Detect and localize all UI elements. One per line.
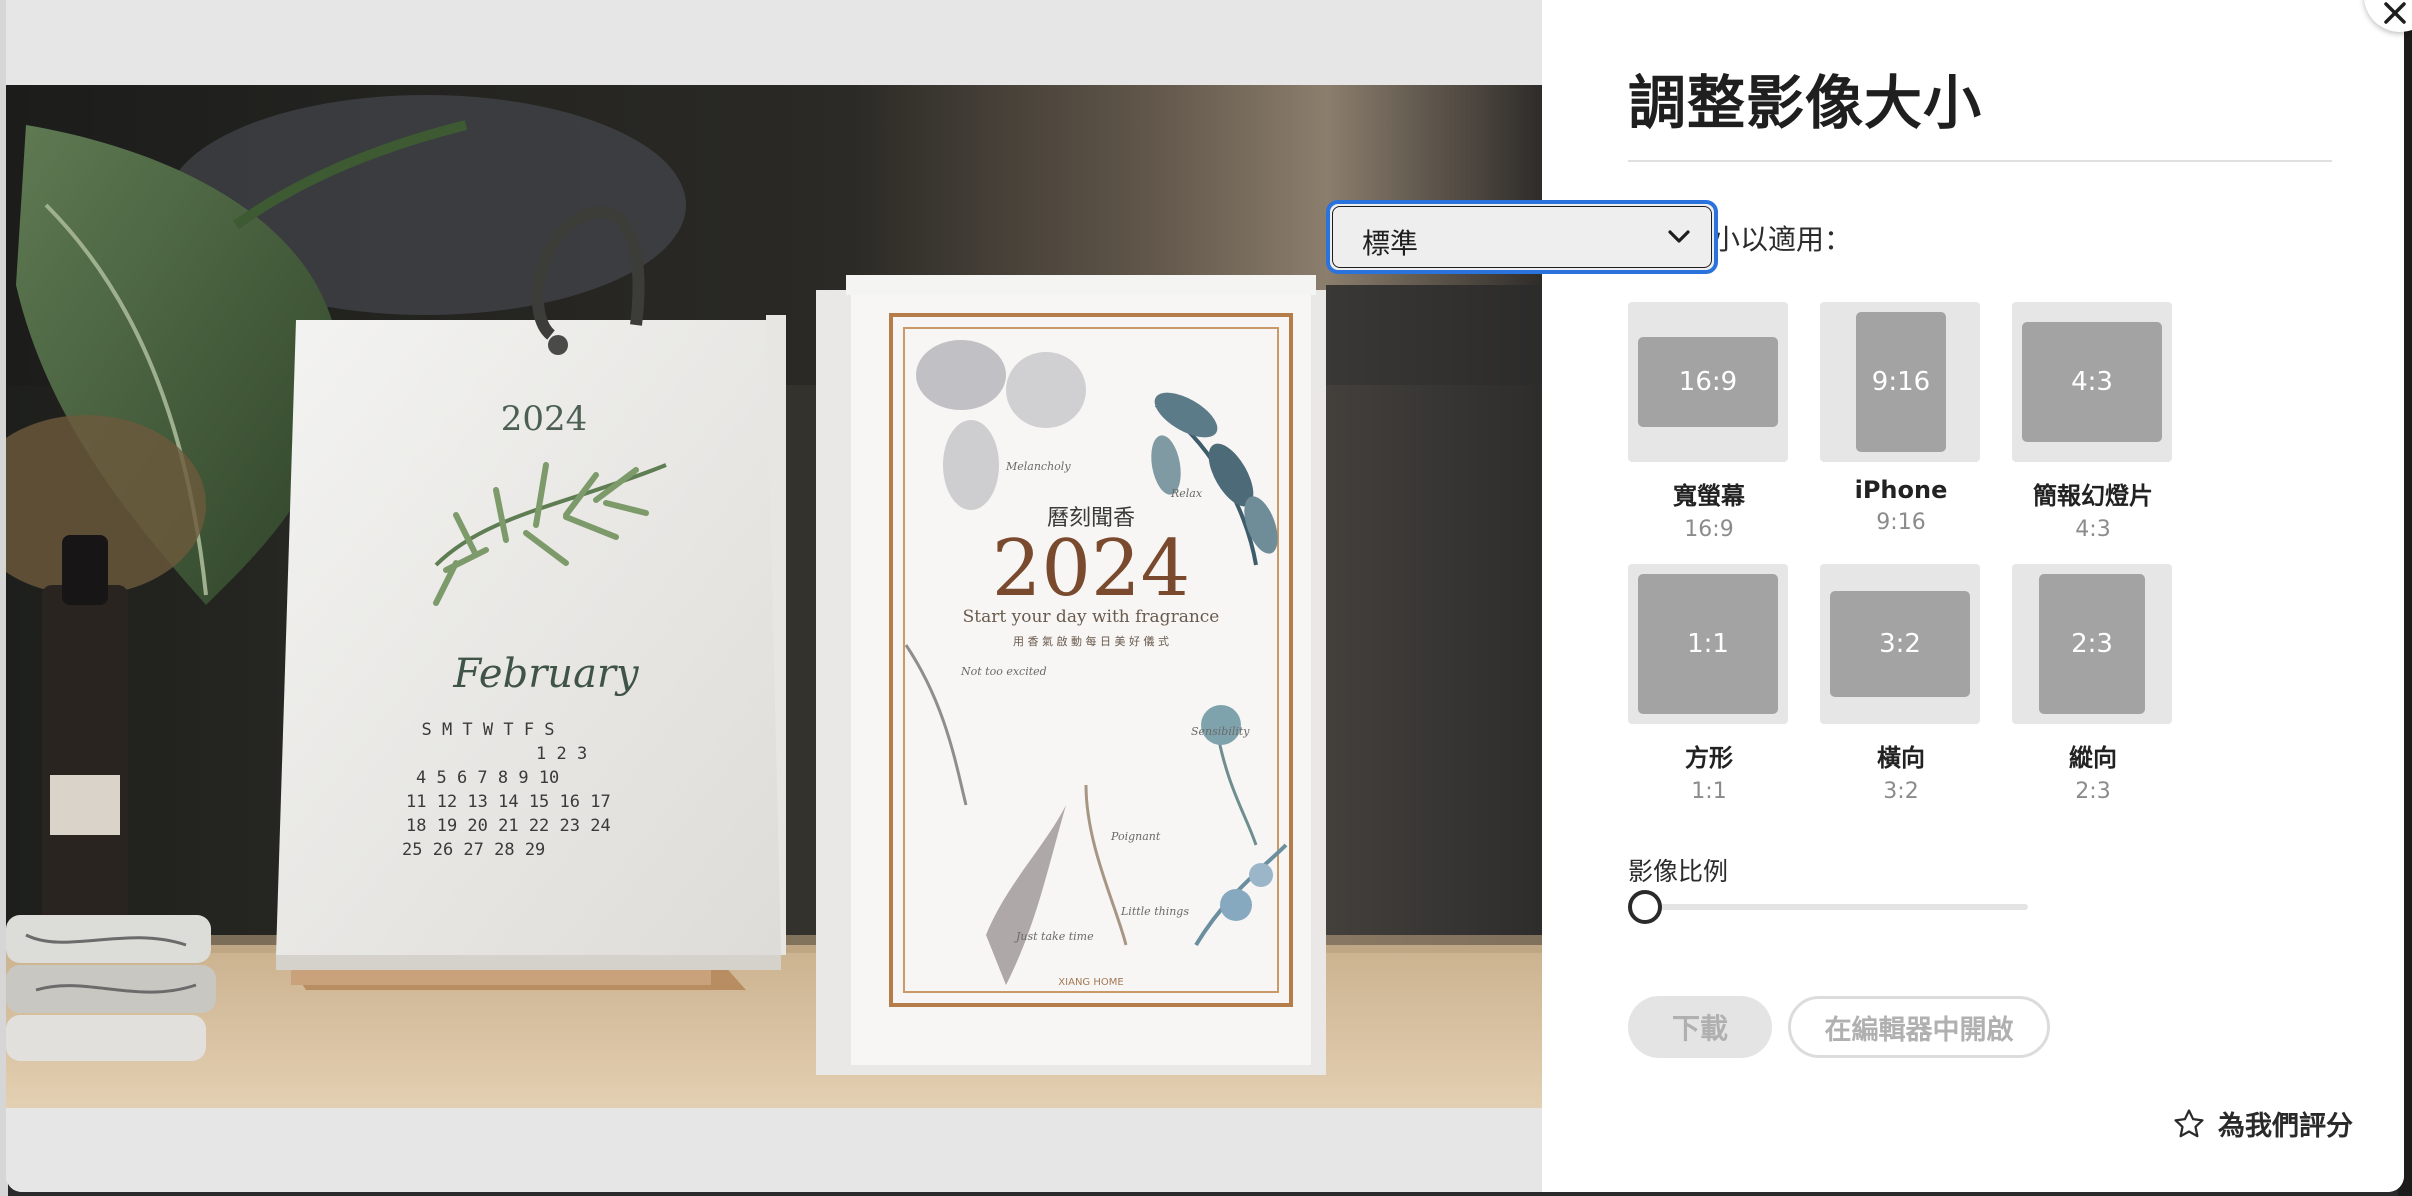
svg-text:Poignant: Poignant [1110,830,1161,843]
preset-shape: 4:3 [2022,322,2162,442]
rate-us-link[interactable]: 為我們評分 [2172,1104,2353,1143]
image-scale-slider-track[interactable] [1628,904,2028,910]
svg-text:Little things: Little things [1120,905,1189,918]
open-in-editor-button[interactable]: 在編輯器中開啟 [1788,996,2050,1058]
fit-select[interactable]: 標準 [1326,200,1718,274]
calendar-month: February [452,651,640,697]
preset-shape: 2:3 [2039,574,2145,714]
fit-select-value: 標準 [1362,227,1419,260]
svg-text:25 26 27 28 29: 25 26 27 28 29 [402,840,545,860]
preset-landscape[interactable]: 3:2 橫向 3:2 [1820,564,1982,804]
svg-text:18 19 20 21 22 23 24: 18 19 20 21 22 23 24 [406,816,611,836]
image-preview-pane: 2024 February S M T W T F S 1 2 3 4 5 6 … [6,0,1542,1192]
image-preview: 2024 February S M T W T F S 1 2 3 4 5 6 … [6,85,1542,1108]
image-scale-label: 影像比例 [1628,857,1729,886]
download-button[interactable]: 下載 [1628,996,1772,1058]
preset-iphone[interactable]: 9:16 iPhone 9:16 [1820,302,1982,535]
svg-text:Sensibility: Sensibility [1191,725,1250,738]
svg-text:Start your day with fragrance: Start your day with fragrance [963,607,1220,627]
settings-panel: 調整影像大小 調整大小以適用： 16:9 寬螢幕 16:9 9:16 iPhon… [1542,0,2404,1192]
calendar-year: 2024 [501,399,588,439]
svg-text:Just take time: Just take time [1014,930,1094,943]
preset-square[interactable]: 1:1 方形 1:1 [1628,564,1790,804]
chevron-down-icon [1668,230,1690,243]
svg-text:11 12 13 14 15 16 17: 11 12 13 14 15 16 17 [406,792,611,812]
dialog-title: 調整影像大小 [1628,69,1983,137]
svg-text:4 5 6 7 8 9 10: 4 5 6 7 8 9 10 [416,768,559,788]
preset-widescreen[interactable]: 16:9 寬螢幕 16:9 [1628,302,1790,542]
svg-text:XIANG HOME: XIANG HOME [1058,977,1123,988]
star-icon [2174,1108,2204,1137]
preset-slide[interactable]: 4:3 簡報幻燈片 4:3 [2012,302,2174,542]
preset-shape: 16:9 [1638,337,1778,427]
close-icon [2384,2,2406,24]
preset-portrait[interactable]: 2:3 縱向 2:3 [2012,564,2174,804]
svg-text:Relax: Relax [1170,487,1203,500]
box-year: 2024 [992,524,1191,614]
rate-us-label: 為我們評分 [2218,1111,2353,1142]
preset-shape: 9:16 [1856,312,1946,452]
svg-text:Melancholy: Melancholy [1005,460,1071,473]
svg-text:S M T W T F S: S M T W T F S [421,720,554,740]
title-divider [1628,160,2332,162]
image-scale-slider-thumb[interactable] [1628,890,1662,924]
svg-text:1 2 3: 1 2 3 [536,744,587,764]
preset-shape: 1:1 [1638,574,1778,714]
preset-shape: 3:2 [1830,591,1970,697]
svg-text:用 香 氣 啟 動 每 日 美 好 儀 式: 用 香 氣 啟 動 每 日 美 好 儀 式 [1013,634,1169,648]
resize-image-dialog: 2024 February S M T W T F S 1 2 3 4 5 6 … [6,0,2404,1192]
svg-text:Not too excited: Not too excited [960,665,1047,678]
preset-grid: 16:9 寬螢幕 16:9 9:16 iPhone 9:16 4:3 簡報幻燈片… [1628,302,2188,804]
